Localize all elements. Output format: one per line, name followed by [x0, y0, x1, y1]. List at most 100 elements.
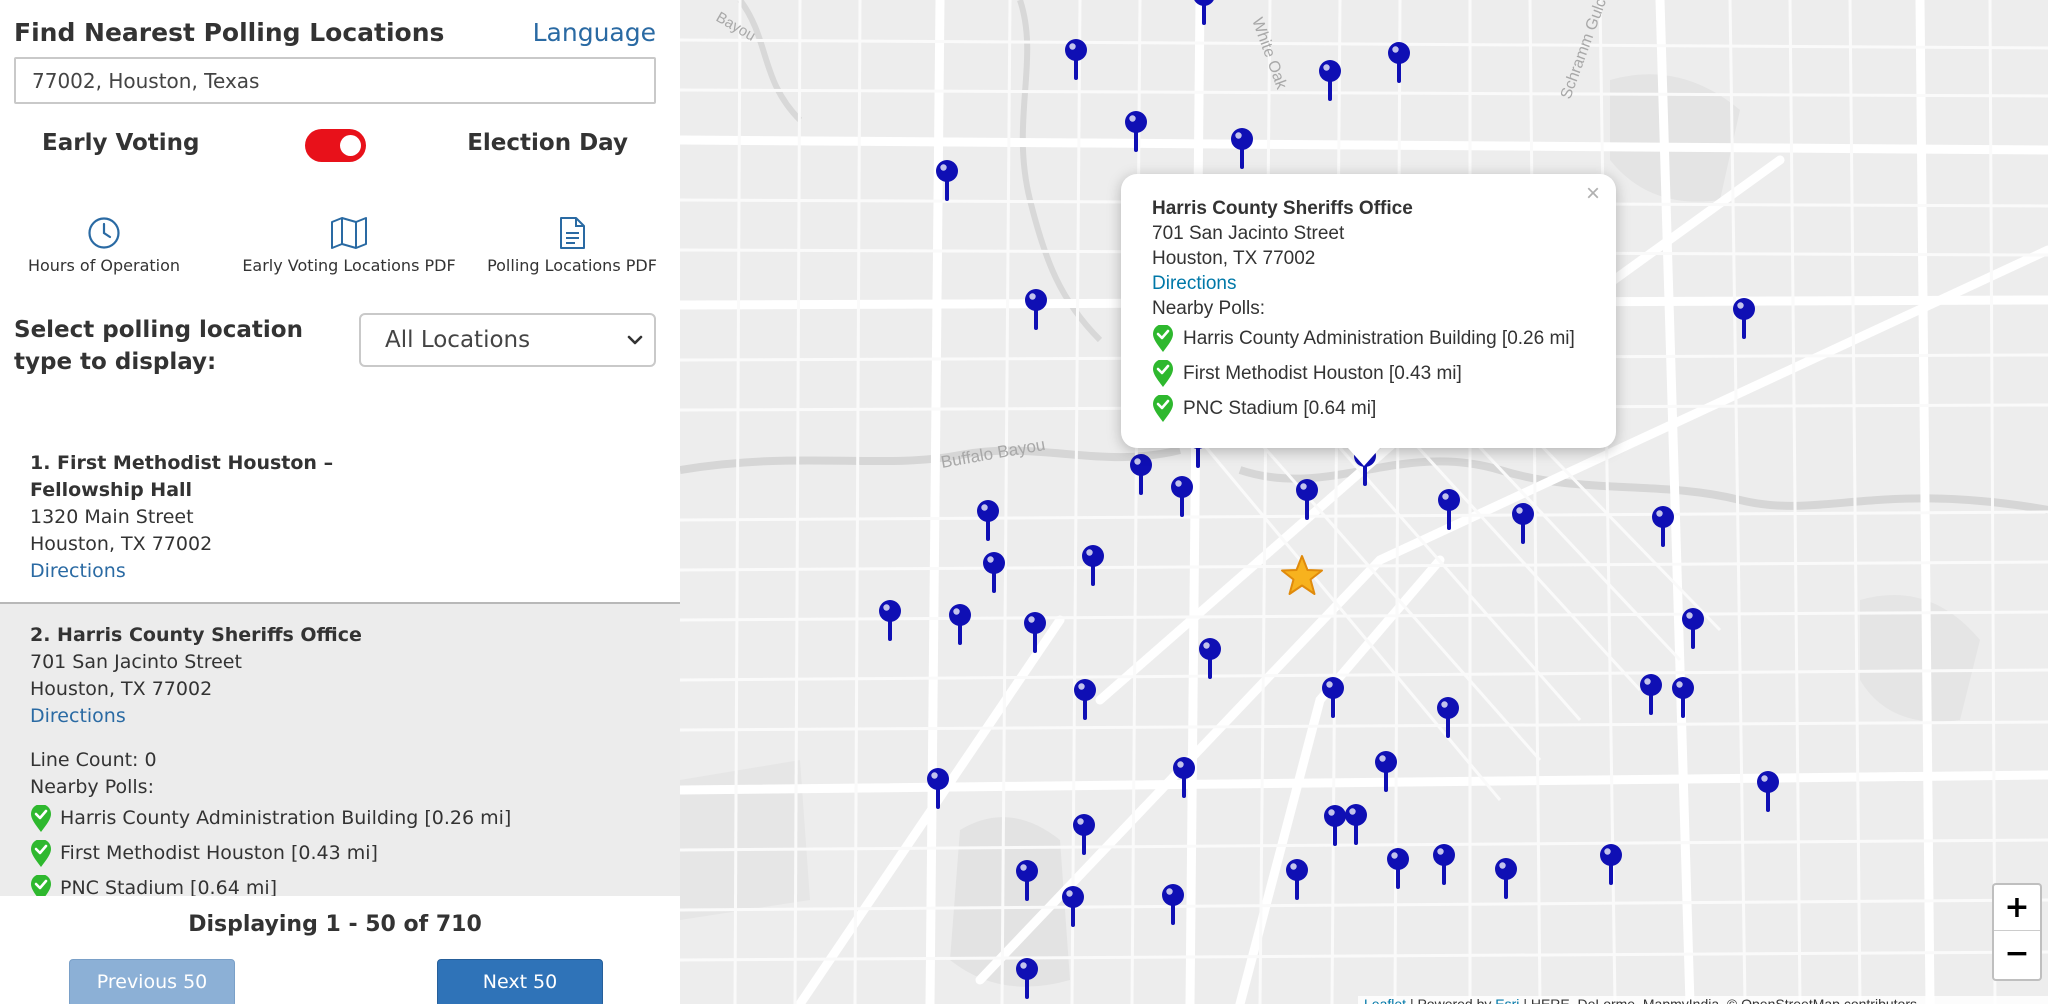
- polling-locations-pdf-button[interactable]: Polling Locations PDF: [482, 216, 662, 275]
- popup-address-line1: 701 San Jacinto Street: [1152, 223, 1345, 244]
- popup-nearby-name: PNC Stadium [0.64 mi]: [1183, 398, 1377, 419]
- polling-location-pin-icon[interactable]: [1387, 41, 1411, 85]
- map-base-tiles: Buffalo Bayou White Oak Schramm Gulch Ba…: [680, 0, 2048, 1004]
- polling-location-pin-icon[interactable]: [1230, 127, 1254, 171]
- pagination-status: Displaying 1 - 50 of 710: [188, 912, 482, 937]
- result-address-line2: Houston, TX 77002: [30, 533, 213, 555]
- popup-directions-link[interactable]: Directions: [1152, 271, 1575, 296]
- polling-location-pin-icon[interactable]: [1198, 637, 1222, 681]
- polling-location-pin-icon[interactable]: [1061, 885, 1085, 929]
- attribution-sources: | HERE, DeLorme, MapmyIndia, © OpenStree…: [1523, 996, 1917, 1004]
- address-search-input[interactable]: [14, 57, 656, 104]
- polling-location-pin-icon[interactable]: [982, 551, 1006, 595]
- directions-link[interactable]: Directions: [30, 703, 126, 730]
- directions-link[interactable]: Directions: [30, 558, 126, 585]
- polling-location-pin-icon[interactable]: [1285, 858, 1309, 902]
- map-attribution: Leaflet | Powered by Esri | HERE, DeLorm…: [1358, 996, 2048, 1004]
- polling-location-pin-icon[interactable]: [1639, 673, 1663, 717]
- polling-location-pin-icon[interactable]: [1170, 475, 1194, 519]
- polling-location-pin-icon[interactable]: [1073, 678, 1097, 722]
- polling-location-pin-icon[interactable]: [1494, 857, 1518, 901]
- nearby-poll-name: First Methodist Houston [0.43 mi]: [60, 842, 378, 864]
- nearby-poll-name: PNC Stadium [0.64 mi]: [60, 877, 278, 896]
- polling-location-pin-icon[interactable]: [1064, 38, 1088, 82]
- polling-location-pin-icon[interactable]: [1374, 750, 1398, 794]
- check-marker-icon: [31, 839, 51, 867]
- toggle-knob: [340, 135, 361, 156]
- nearby-poll-item: First Methodist Houston [0.43 mi]: [30, 836, 650, 871]
- polling-location-pin-icon[interactable]: [1172, 756, 1196, 800]
- location-popup: × Harris County Sheriffs Office 701 San …: [1121, 174, 1616, 466]
- polling-location-pin-icon[interactable]: [1023, 611, 1047, 655]
- polling-location-pin-icon[interactable]: [1732, 297, 1756, 341]
- polling-location-pin-icon[interactable]: [1321, 676, 1345, 720]
- polling-location-pin-icon[interactable]: [1756, 770, 1780, 814]
- result-title: 2. Harris County Sheriffs Office: [30, 624, 362, 646]
- language-link[interactable]: Language: [533, 18, 656, 47]
- election-day-label: Election Day: [467, 130, 628, 156]
- hours-of-operation-label: Hours of Operation: [27, 256, 181, 275]
- polling-location-pin-icon[interactable]: [926, 767, 950, 811]
- polling-location-pin-icon[interactable]: [1015, 957, 1039, 1001]
- popup-nearby-item: First Methodist Houston [0.43 mi]: [1152, 356, 1575, 391]
- popup-content: Harris County Sheriffs Office 701 San Ja…: [1152, 196, 1575, 426]
- polling-location-pin-icon[interactable]: [1295, 478, 1319, 522]
- powered-by-text: | Powered by: [1409, 996, 1492, 1004]
- leaflet-link[interactable]: Leaflet: [1364, 996, 1406, 1004]
- polling-location-pin-icon[interactable]: [1437, 488, 1461, 532]
- polling-location-pin-icon[interactable]: [1124, 110, 1148, 154]
- home-location-star-icon[interactable]: [1280, 554, 1324, 598]
- result-item-1[interactable]: 1. First Methodist Houston – Fellowship …: [0, 440, 680, 602]
- voting-mode-toggle-row: Early Voting Election Day: [14, 120, 656, 170]
- header-row: Find Nearest Polling Locations Language: [14, 14, 656, 54]
- voting-mode-toggle[interactable]: [305, 129, 366, 162]
- polling-location-pin-icon[interactable]: [1599, 843, 1623, 887]
- polling-location-pin-icon[interactable]: [1432, 843, 1456, 887]
- polling-location-pin-icon[interactable]: [948, 603, 972, 647]
- polling-location-pin-icon[interactable]: [1161, 883, 1185, 927]
- previous-page-button[interactable]: Previous 50: [69, 959, 235, 1004]
- polling-location-pin-icon[interactable]: [1192, 0, 1216, 27]
- polling-location-pin-icon[interactable]: [1651, 505, 1675, 549]
- zoom-out-button[interactable]: −: [1994, 931, 2040, 977]
- polling-location-pin-icon[interactable]: [1015, 859, 1039, 903]
- polling-location-pin-icon[interactable]: [976, 499, 1000, 543]
- polling-location-pin-icon[interactable]: [1318, 59, 1342, 103]
- sidebar-panel: Find Nearest Polling Locations Language …: [0, 0, 680, 1004]
- check-marker-icon: [31, 874, 51, 896]
- polling-location-pin-icon[interactable]: [1081, 544, 1105, 588]
- location-type-value: All Locations: [385, 327, 531, 353]
- polling-location-pin-icon[interactable]: [1436, 696, 1460, 740]
- polling-location-pin-icon[interactable]: [935, 159, 959, 203]
- check-marker-icon: [1153, 324, 1173, 352]
- polling-location-pin-icon[interactable]: [1511, 502, 1535, 546]
- polling-location-pin-icon[interactable]: [1129, 453, 1153, 497]
- nearby-poll-item: Harris County Administration Building [0…: [30, 801, 650, 836]
- result-title: 1. First Methodist Houston – Fellowship …: [30, 452, 334, 501]
- result-item-2[interactable]: 2. Harris County Sheriffs Office 701 San…: [0, 602, 680, 896]
- location-type-select[interactable]: All Locations: [359, 313, 656, 367]
- polling-location-pin-icon[interactable]: [1323, 804, 1347, 848]
- hours-of-operation-button[interactable]: Hours of Operation: [14, 216, 194, 275]
- polling-location-pin-icon[interactable]: [1344, 803, 1368, 847]
- polling-location-pin-icon[interactable]: [1386, 847, 1410, 891]
- early-voting-pdf-label: Early Voting Locations PDF: [242, 256, 456, 275]
- polling-location-pin-icon[interactable]: [1024, 288, 1048, 332]
- polling-location-pin-icon[interactable]: [1072, 813, 1096, 857]
- results-list[interactable]: 1. First Methodist Houston – Fellowship …: [0, 440, 680, 896]
- next-page-button[interactable]: Next 50: [437, 959, 603, 1004]
- early-voting-pdf-button[interactable]: Early Voting Locations PDF: [234, 216, 464, 275]
- esri-link[interactable]: Esri: [1495, 996, 1519, 1004]
- zoom-control: + −: [1992, 883, 2042, 981]
- polling-location-pin-icon[interactable]: [1681, 607, 1705, 651]
- zoom-in-button[interactable]: +: [1994, 885, 2040, 931]
- chevron-down-icon: [627, 335, 643, 345]
- polling-location-pin-icon[interactable]: [878, 599, 902, 643]
- map-view[interactable]: Buffalo Bayou White Oak Schramm Gulch Ba…: [680, 0, 2048, 1004]
- pagination: Displaying 1 - 50 of 710 Previous 50 Nex…: [0, 896, 680, 1004]
- popup-close-button[interactable]: ×: [1586, 180, 1600, 208]
- popup-nearby-name: First Methodist Houston [0.43 mi]: [1183, 363, 1462, 384]
- polling-location-pin-icon[interactable]: [1671, 676, 1695, 720]
- resource-links-row: Hours of Operation Early Voting Location…: [14, 216, 664, 276]
- polling-locations-pdf-label: Polling Locations PDF: [487, 256, 657, 275]
